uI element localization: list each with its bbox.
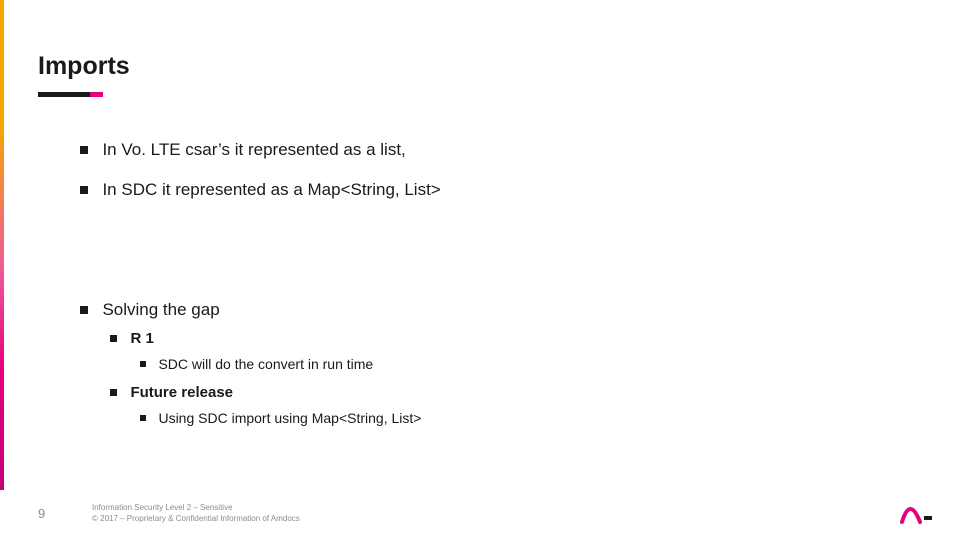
list-item: Solving the gap R 1 SDC will do the conv… <box>80 300 900 428</box>
bullet-list-nested: SDC will do the convert in run time <box>140 356 900 374</box>
list-item: SDC will do the convert in run time <box>140 356 900 374</box>
slide-title: Imports <box>38 52 130 81</box>
footer-text: Information Security Level 2 – Sensitive… <box>92 503 300 524</box>
square-bullet-icon <box>80 306 88 314</box>
bullet-text: Solving the gap <box>102 300 219 319</box>
slide: Imports In Vo. LTE csar’s it represented… <box>0 0 960 540</box>
square-bullet-icon <box>80 146 88 154</box>
square-bullet-icon <box>110 389 117 396</box>
page-number: 9 <box>38 506 92 521</box>
bullet-text: In SDC it represented as a Map<String, L… <box>102 180 440 199</box>
bullet-list: In Vo. LTE csar’s it represented as a li… <box>80 140 900 428</box>
brand-logo-icon <box>898 500 932 526</box>
list-item: Future release Using SDC import using Ma… <box>110 384 900 428</box>
bullet-text: SDC will do the convert in run time <box>158 356 373 372</box>
title-underline-accent <box>90 92 103 97</box>
bullet-text: In Vo. LTE csar’s it represented as a li… <box>102 140 405 159</box>
square-bullet-icon <box>80 186 88 194</box>
accent-bar <box>0 0 4 490</box>
list-item: In Vo. LTE csar’s it represented as a li… <box>80 140 900 160</box>
title-underline <box>38 92 90 97</box>
bullet-list-nested: Using SDC import using Map<String, List> <box>140 410 900 428</box>
square-bullet-icon <box>110 335 117 342</box>
bullet-list-nested: R 1 SDC will do the convert in run time … <box>110 330 900 428</box>
bullet-text: Using SDC import using Map<String, List> <box>158 410 421 426</box>
footer: 9 Information Security Level 2 – Sensiti… <box>38 503 922 524</box>
list-item: In SDC it represented as a Map<String, L… <box>80 180 900 200</box>
content-area: In Vo. LTE csar’s it represented as a li… <box>80 140 900 438</box>
bullet-text: Future release <box>130 384 233 401</box>
square-bullet-icon <box>140 361 146 367</box>
bullet-text: R 1 <box>130 330 153 347</box>
list-item: Using SDC import using Map<String, List> <box>140 410 900 428</box>
square-bullet-icon <box>140 415 146 421</box>
footer-line: Information Security Level 2 – Sensitive <box>92 503 300 513</box>
list-item: R 1 SDC will do the convert in run time <box>110 330 900 374</box>
footer-line: © 2017 – Proprietary & Confidential Info… <box>92 514 300 524</box>
